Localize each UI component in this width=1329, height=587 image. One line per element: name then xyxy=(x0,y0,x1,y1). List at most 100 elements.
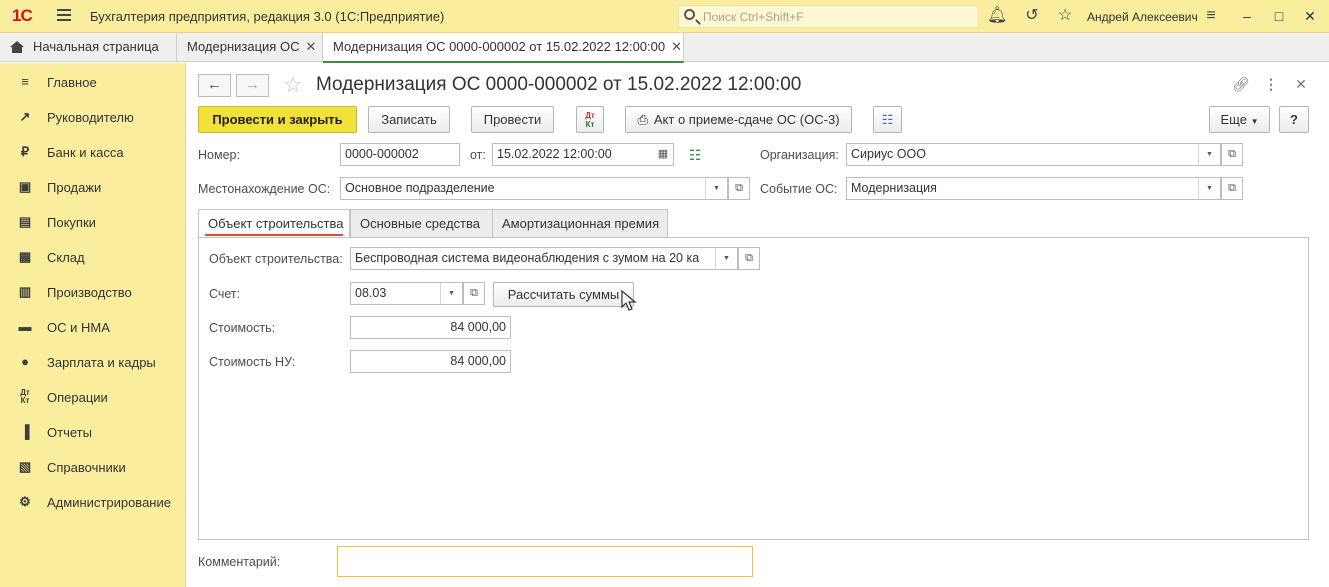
open-location-icon[interactable]: ⧉ xyxy=(728,177,750,200)
sections-sidebar: ≡ Главное ↗ Руководителю ₽ Банк и касса … xyxy=(0,63,186,587)
cost-field[interactable]: 84 000,00 xyxy=(350,316,511,339)
sidebar-item-manager[interactable]: ↗ Руководителю xyxy=(0,100,185,135)
act-os3-button[interactable]: ⎙ Акт о приеме-сдаче ОС (ОС-3) xyxy=(625,106,852,133)
back-button[interactable]: ← xyxy=(198,74,231,97)
forward-button[interactable]: → xyxy=(236,74,269,97)
close-window-icon[interactable]: ✕ xyxy=(1299,6,1321,26)
tab-modernization-list[interactable]: Модернизация ОС ✕ xyxy=(177,33,323,62)
account-field[interactable]: 08.03 ▼ xyxy=(350,282,463,305)
cost-label: Стоимость: xyxy=(209,321,276,335)
chevron-down-icon[interactable]: ▼ xyxy=(1198,144,1220,165)
sidebar-item-label: Главное xyxy=(47,75,97,90)
trend-icon: ↗ xyxy=(19,109,31,124)
location-value: Основное подразделение xyxy=(345,181,495,195)
sidebar-item-reports[interactable]: ▐ Отчеты xyxy=(0,415,185,450)
tab-label: Модернизация ОС 0000-000002 от 15.02.202… xyxy=(333,39,666,54)
document-form: ← → ☆ Модернизация ОС 0000-000002 от 15.… xyxy=(186,63,1329,587)
construction-object-field[interactable]: Беспроводная система видеонаблюдения с з… xyxy=(350,247,738,270)
link-icon[interactable]: 🔗︎ xyxy=(1231,74,1251,94)
minimize-icon[interactable]: – xyxy=(1236,6,1258,26)
save-button[interactable]: Записать xyxy=(368,106,450,133)
sidebar-item-catalogs[interactable]: ▧ Справочники xyxy=(0,450,185,485)
close-tab-icon[interactable]: ✕ xyxy=(305,39,316,54)
sidebar-item-salary[interactable]: ● Зарплата и кадры xyxy=(0,345,185,380)
chevron-down-icon: ▼ xyxy=(1250,117,1259,126)
kt-label: Кт xyxy=(585,120,595,129)
sidebar-item-fixed-assets[interactable]: ▬ ОС и НМА xyxy=(0,310,185,345)
chevron-down-icon[interactable]: ▼ xyxy=(715,248,737,269)
account-label: Счет: xyxy=(209,287,241,301)
settings-menu-icon[interactable]: ≡ xyxy=(1201,6,1221,26)
sidebar-item-label: Руководителю xyxy=(47,110,134,125)
tab-modernization-document[interactable]: Модернизация ОС 0000-000002 от 15.02.202… xyxy=(323,33,684,63)
organization-field[interactable]: Сириус ООО ▼ xyxy=(846,143,1221,166)
sidebar-item-sales[interactable]: ▣ Продажи xyxy=(0,170,185,205)
event-field[interactable]: Модернизация ▼ xyxy=(846,177,1221,200)
structure-icon[interactable]: ☷ xyxy=(873,106,902,133)
sidebar-item-label: Банк и касса xyxy=(47,145,124,160)
tab-home[interactable]: Начальная страница xyxy=(0,33,177,62)
act-os3-label: Акт о приеме-сдаче ОС (ОС-3) xyxy=(653,112,840,127)
tab-label: Модернизация ОС xyxy=(187,39,300,54)
open-construction-object-icon[interactable]: ⧉ xyxy=(738,247,760,270)
search-input[interactable]: Поиск Ctrl+Shift+F xyxy=(678,5,979,28)
post-and-close-button[interactable]: Провести и закрыть xyxy=(198,106,357,133)
sidebar-item-operations[interactable]: Дт Кт Операции xyxy=(0,380,185,415)
search-icon xyxy=(684,9,695,20)
sidebar-item-production[interactable]: ▥ Производство xyxy=(0,275,185,310)
cost-tax-field[interactable]: 84 000,00 xyxy=(350,350,511,373)
event-label: Событие ОС: xyxy=(760,182,838,196)
sidebar-item-purchases[interactable]: ▤ Покупки xyxy=(0,205,185,240)
cart-icon: ▤ xyxy=(18,214,32,229)
tab-home-label: Начальная страница xyxy=(33,39,159,54)
calendar-icon[interactable]: ▦ xyxy=(653,144,673,165)
post-button[interactable]: Провести xyxy=(471,106,554,133)
close-form-icon[interactable]: ✕ xyxy=(1291,74,1311,94)
chevron-down-icon[interactable]: ▼ xyxy=(705,178,727,199)
sidebar-item-admin[interactable]: ⚙ Администрирование xyxy=(0,485,185,520)
location-field[interactable]: Основное подразделение ▼ xyxy=(340,177,728,200)
notifications-bell-icon[interactable]: 🔔︎ xyxy=(987,6,1007,26)
more-actions-icon[interactable]: ⋮ xyxy=(1261,74,1281,94)
main-menu-icon[interactable] xyxy=(57,9,71,22)
tab-label: Объект строительства xyxy=(208,216,344,231)
calculate-sums-button[interactable]: Рассчитать суммы xyxy=(493,282,634,307)
more-button[interactable]: Еще ▼ xyxy=(1209,106,1270,133)
printer-icon: ⎙ xyxy=(637,112,648,127)
user-name[interactable]: Андрей Алексеевич xyxy=(1087,10,1198,24)
tab-construction-object[interactable]: Объект строительства xyxy=(198,209,350,239)
favorite-star-icon[interactable]: ☆ xyxy=(283,72,303,98)
sidebar-item-label: Производство xyxy=(47,285,132,300)
ruble-coin-icon: ₽ xyxy=(20,144,30,159)
sidebar-item-label: Администрирование xyxy=(47,495,171,510)
open-organization-icon[interactable]: ⧉ xyxy=(1221,143,1243,166)
sidebar-item-warehouse[interactable]: ▦ Склад xyxy=(0,240,185,275)
sidebar-item-label: Операции xyxy=(47,390,108,405)
open-event-icon[interactable]: ⧉ xyxy=(1221,177,1243,200)
help-button[interactable]: ? xyxy=(1279,106,1309,133)
history-icon[interactable]: ↺ xyxy=(1022,6,1042,26)
tab-label: Основные средства xyxy=(360,216,480,231)
dt-kt-button[interactable]: Дт Кт xyxy=(576,106,604,133)
open-account-icon[interactable]: ⧉ xyxy=(463,282,485,305)
chevron-down-icon[interactable]: ▼ xyxy=(440,283,462,304)
tab-fixed-assets[interactable]: Основные средства xyxy=(350,209,493,238)
tab-depreciation-bonus[interactable]: Амортизационная премия xyxy=(492,209,668,238)
sidebar-item-main[interactable]: ≡ Главное xyxy=(0,65,185,100)
close-tab-icon[interactable]: ✕ xyxy=(671,39,682,54)
maximize-icon[interactable]: □ xyxy=(1268,6,1290,26)
person-icon: ● xyxy=(21,354,29,369)
more-label: Еще xyxy=(1220,112,1247,127)
comment-field[interactable] xyxy=(337,546,753,577)
number-field[interactable]: 0000-000002 xyxy=(340,143,460,166)
date-field[interactable]: 15.02.2022 12:00:00 ▦ xyxy=(492,143,674,166)
sidebar-item-label: Покупки xyxy=(47,215,96,230)
chevron-down-icon[interactable]: ▼ xyxy=(1198,178,1220,199)
favorites-star-icon[interactable]: ☆ xyxy=(1055,6,1075,26)
number-settings-icon[interactable]: ☷ xyxy=(685,145,705,165)
app-title: Бухгалтерия предприятия, редакция 3.0 (1… xyxy=(90,9,445,24)
comment-label: Комментарий: xyxy=(198,555,281,569)
sidebar-item-bank[interactable]: ₽ Банк и касса xyxy=(0,135,185,170)
account-value: 08.03 xyxy=(355,286,387,300)
organization-value: Сириус ООО xyxy=(851,147,926,161)
